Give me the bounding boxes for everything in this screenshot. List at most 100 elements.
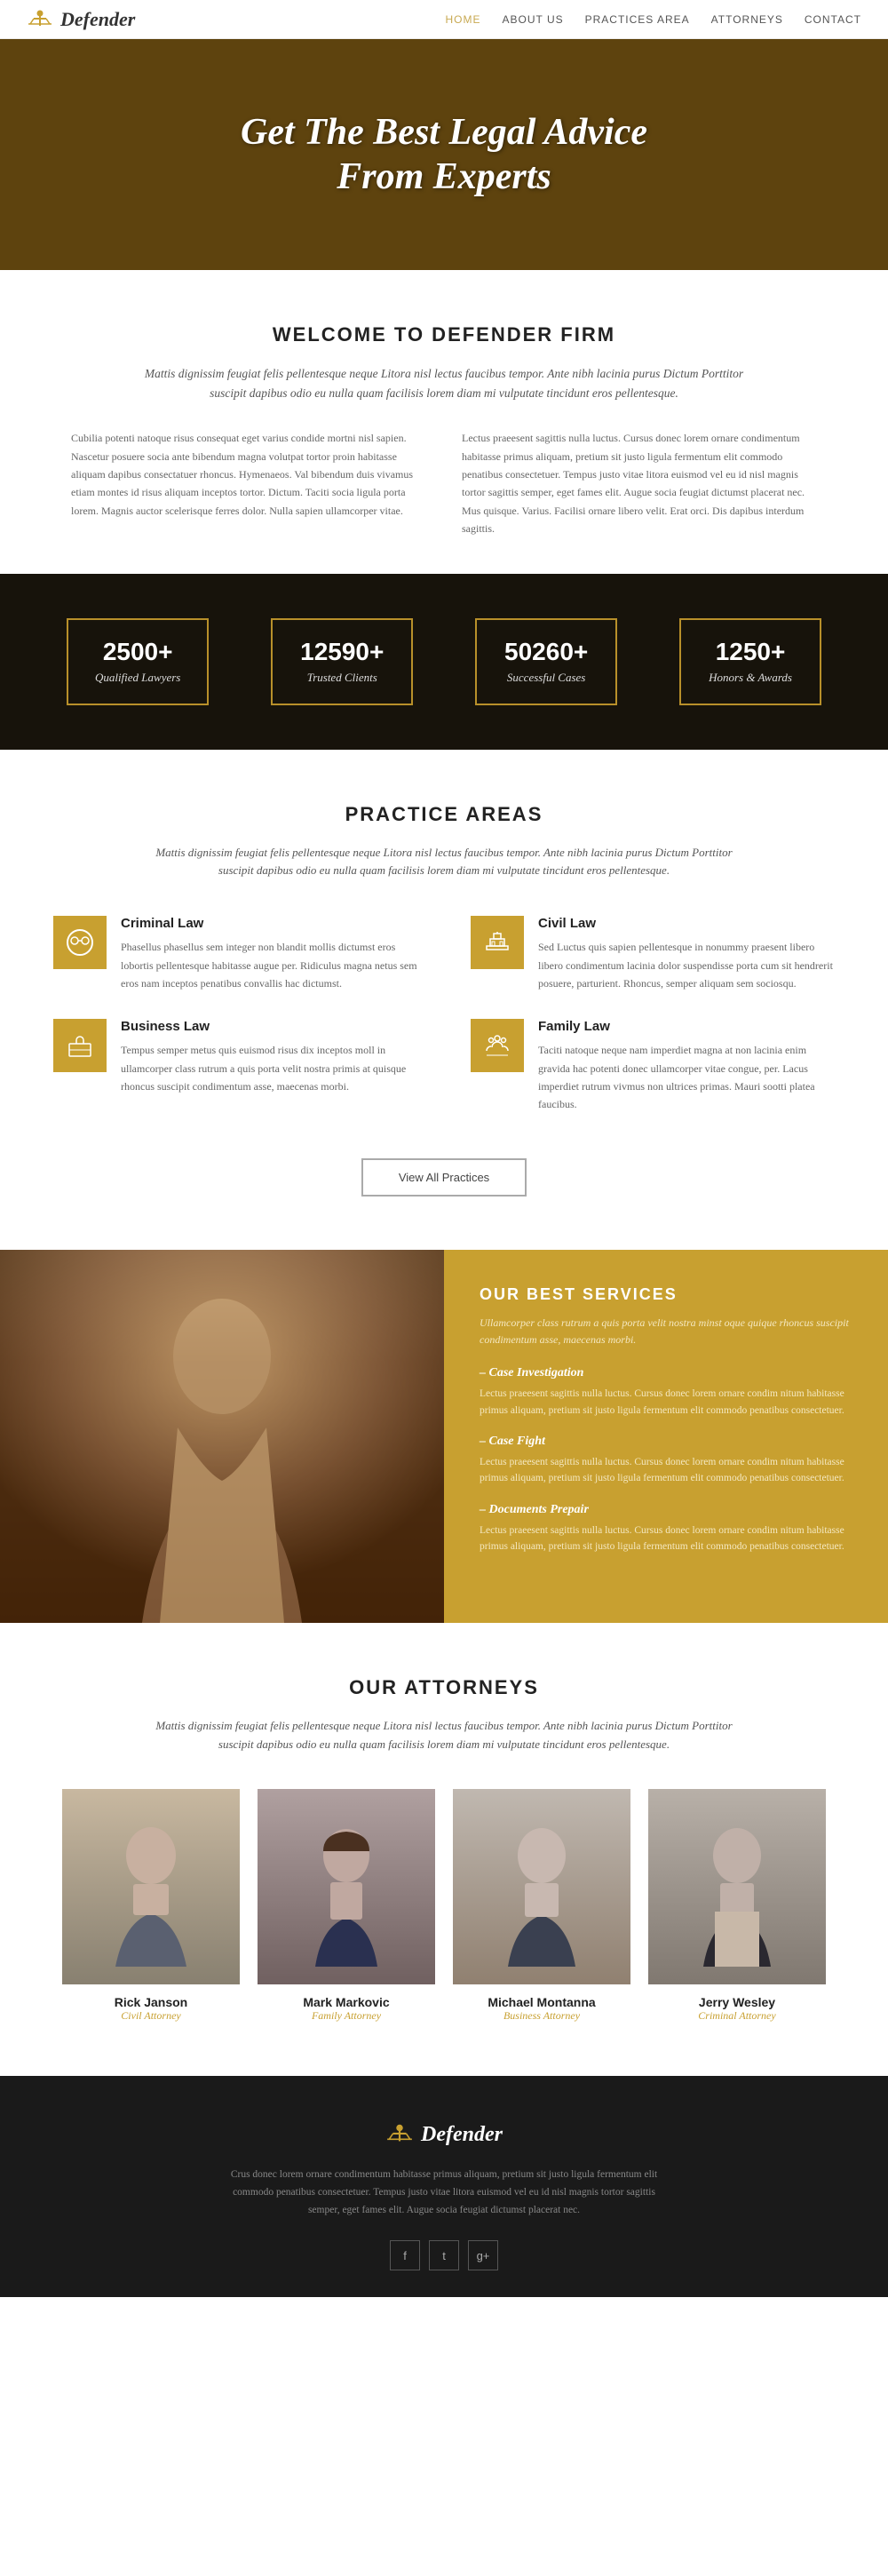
hero-section: Get The Best Legal Advice From Experts (0, 39, 888, 270)
attorney-photo-2 (258, 1789, 435, 1984)
practice-areas-subtitle: Mattis dignissim feugiat felis pellentes… (142, 844, 746, 881)
attorney-name-3: Michael Montanna (453, 1995, 630, 2009)
practice-areas-heading: PRACTICE AREAS (53, 803, 835, 826)
footer-logo-text: Defender (421, 2123, 503, 2147)
stat-lawyers-label: Qualified Lawyers (95, 671, 180, 684)
practice-grid: Criminal Law Phasellus phasellus sem int… (53, 916, 835, 1114)
nav-contact[interactable]: CONTACT (805, 13, 861, 26)
social-links: f t g+ (36, 2240, 852, 2270)
service-case-fight: – Case Fight Lectus praeesent sagittis n… (480, 1435, 852, 1487)
social-googleplus-button[interactable]: g+ (468, 2240, 498, 2270)
footer-logo: Defender (36, 2120, 852, 2149)
attorney-card-1: Rick Janson Civil Attorney (62, 1789, 240, 2023)
attorney-card-4: Jerry Wesley Criminal Attorney (648, 1789, 826, 2023)
logo[interactable]: Defender (27, 6, 135, 33)
services-content: OUR BEST SERVICES Ullamcorper class rutr… (444, 1250, 888, 1623)
practice-areas-section: PRACTICE AREAS Mattis dignissim feugiat … (0, 750, 888, 1250)
attorney-image (0, 1250, 444, 1623)
service-documents-title: – Documents Prepair (480, 1503, 852, 1517)
service-documents-desc: Lectus praeesent sagittis nulla luctus. … (480, 1523, 852, 1555)
welcome-col-right: Lectus praeesent sagittis nulla luctus. … (462, 429, 817, 537)
hero-content: Get The Best Legal Advice From Experts (241, 110, 647, 200)
attorney-name-1: Rick Janson (62, 1995, 240, 2009)
service-case-investigation-title: – Case Investigation (480, 1366, 852, 1380)
attorney-title-2: Family Attorney (258, 2009, 435, 2023)
attorneys-subtitle: Mattis dignissim feugiat felis pellentes… (142, 1717, 746, 1754)
nav-about[interactable]: ABOUT US (503, 13, 564, 26)
footer-logo-icon (385, 2120, 414, 2149)
services-intro: Ullamcorper class rutrum a quis porta ve… (480, 1315, 852, 1348)
stats-section: 2500+ Qualified Lawyers 12590+ Trusted C… (0, 574, 888, 750)
stat-lawyers: 2500+ Qualified Lawyers (67, 618, 209, 705)
business-law-desc: Tempus semper metus quis euismod risus d… (121, 1041, 417, 1095)
nav-home[interactable]: HOME (446, 13, 481, 26)
business-law-title: Business Law (121, 1019, 417, 1034)
attorney-title-4: Criminal Attorney (648, 2009, 826, 2023)
welcome-heading: WELCOME TO DEFENDER FIRM (71, 323, 817, 346)
practice-family-law: Family Law Taciti natoque neque nam impe… (471, 1019, 835, 1114)
attorneys-heading: OUR ATTORNEYS (36, 1676, 852, 1699)
navigation: Defender HOME ABOUT US PRACTICES AREA AT… (0, 0, 888, 39)
attorneys-grid: Rick Janson Civil Attorney Mark Markovic… (36, 1789, 852, 2023)
nav-practices[interactable]: PRACTICES AREA (585, 13, 690, 26)
civil-law-desc: Sed Luctus quis sapien pellentesque in n… (538, 938, 835, 992)
stat-cases: 50260+ Successful Cases (475, 618, 617, 705)
stat-clients: 12590+ Trusted Clients (271, 618, 413, 705)
family-law-title: Family Law (538, 1019, 835, 1034)
business-law-text: Business Law Tempus semper metus quis eu… (121, 1019, 417, 1095)
criminal-law-desc: Phasellus phasellus sem integer non blan… (121, 938, 417, 992)
criminal-law-text: Criminal Law Phasellus phasellus sem int… (121, 916, 417, 992)
view-all-button[interactable]: View All Practices (361, 1158, 527, 1197)
stat-clients-label: Trusted Clients (307, 671, 377, 684)
civil-law-icon (471, 916, 524, 969)
practice-civil-law: Civil Law Sed Luctus quis sapien pellent… (471, 916, 835, 992)
family-law-desc: Taciti natoque neque nam imperdiet magna… (538, 1041, 835, 1114)
welcome-section: WELCOME TO DEFENDER FIRM Mattis dignissi… (0, 270, 888, 574)
footer: Defender Crus donec lorem ornare condime… (0, 2076, 888, 2297)
attorney-title-3: Business Attorney (453, 2009, 630, 2023)
practice-criminal-law: Criminal Law Phasellus phasellus sem int… (53, 916, 417, 992)
services-image (0, 1250, 444, 1623)
family-law-icon (471, 1019, 524, 1072)
civil-law-title: Civil Law (538, 916, 835, 931)
welcome-columns: Cubilia potenti natoque risus consequat … (71, 429, 817, 537)
hero-title: Get The Best Legal Advice From Experts (241, 110, 647, 200)
stat-awards-number: 1250+ (708, 638, 793, 666)
attorney-photo-4 (648, 1789, 826, 1984)
criminal-law-title: Criminal Law (121, 916, 417, 931)
attorney-name-4: Jerry Wesley (648, 1995, 826, 2009)
nav-attorneys[interactable]: ATTORNEYS (711, 13, 783, 26)
stat-cases-number: 50260+ (503, 638, 589, 666)
stat-awards-label: Honors & Awards (709, 671, 792, 684)
footer-text: Crus donec lorem ornare condimentum habi… (222, 2167, 666, 2219)
service-case-fight-desc: Lectus praeesent sagittis nulla luctus. … (480, 1454, 852, 1487)
stat-lawyers-number: 2500+ (95, 638, 180, 666)
service-case-investigation-desc: Lectus praeesent sagittis nulla luctus. … (480, 1386, 852, 1419)
service-documents: – Documents Prepair Lectus praeesent sag… (480, 1503, 852, 1555)
social-twitter-button[interactable]: t (429, 2240, 459, 2270)
practice-business-law: Business Law Tempus semper metus quis eu… (53, 1019, 417, 1114)
attorneys-section: OUR ATTORNEYS Mattis dignissim feugiat f… (0, 1623, 888, 2077)
civil-law-text: Civil Law Sed Luctus quis sapien pellent… (538, 916, 835, 992)
attorney-photo-3 (453, 1789, 630, 1984)
logo-icon (27, 6, 53, 33)
service-case-fight-title: – Case Fight (480, 1435, 852, 1449)
business-law-icon (53, 1019, 107, 1072)
stat-cases-label: Successful Cases (507, 671, 585, 684)
nav-menu: HOME ABOUT US PRACTICES AREA ATTORNEYS C… (446, 12, 862, 28)
family-law-text: Family Law Taciti natoque neque nam impe… (538, 1019, 835, 1114)
criminal-law-icon (53, 916, 107, 969)
service-case-investigation: – Case Investigation Lectus praeesent sa… (480, 1366, 852, 1419)
logo-text: Defender (60, 8, 135, 31)
stat-awards: 1250+ Honors & Awards (679, 618, 821, 705)
welcome-col-left: Cubilia potenti natoque risus consequat … (71, 429, 426, 537)
welcome-subtitle: Mattis dignissim feugiat felis pellentes… (133, 364, 755, 402)
services-heading: OUR BEST SERVICES (480, 1285, 852, 1304)
attorney-title-1: Civil Attorney (62, 2009, 240, 2023)
attorney-card-3: Michael Montanna Business Attorney (453, 1789, 630, 2023)
attorney-photo-1 (62, 1789, 240, 1984)
attorney-card-2: Mark Markovic Family Attorney (258, 1789, 435, 2023)
attorney-name-2: Mark Markovic (258, 1995, 435, 2009)
social-facebook-button[interactable]: f (390, 2240, 420, 2270)
stat-clients-number: 12590+ (299, 638, 385, 666)
